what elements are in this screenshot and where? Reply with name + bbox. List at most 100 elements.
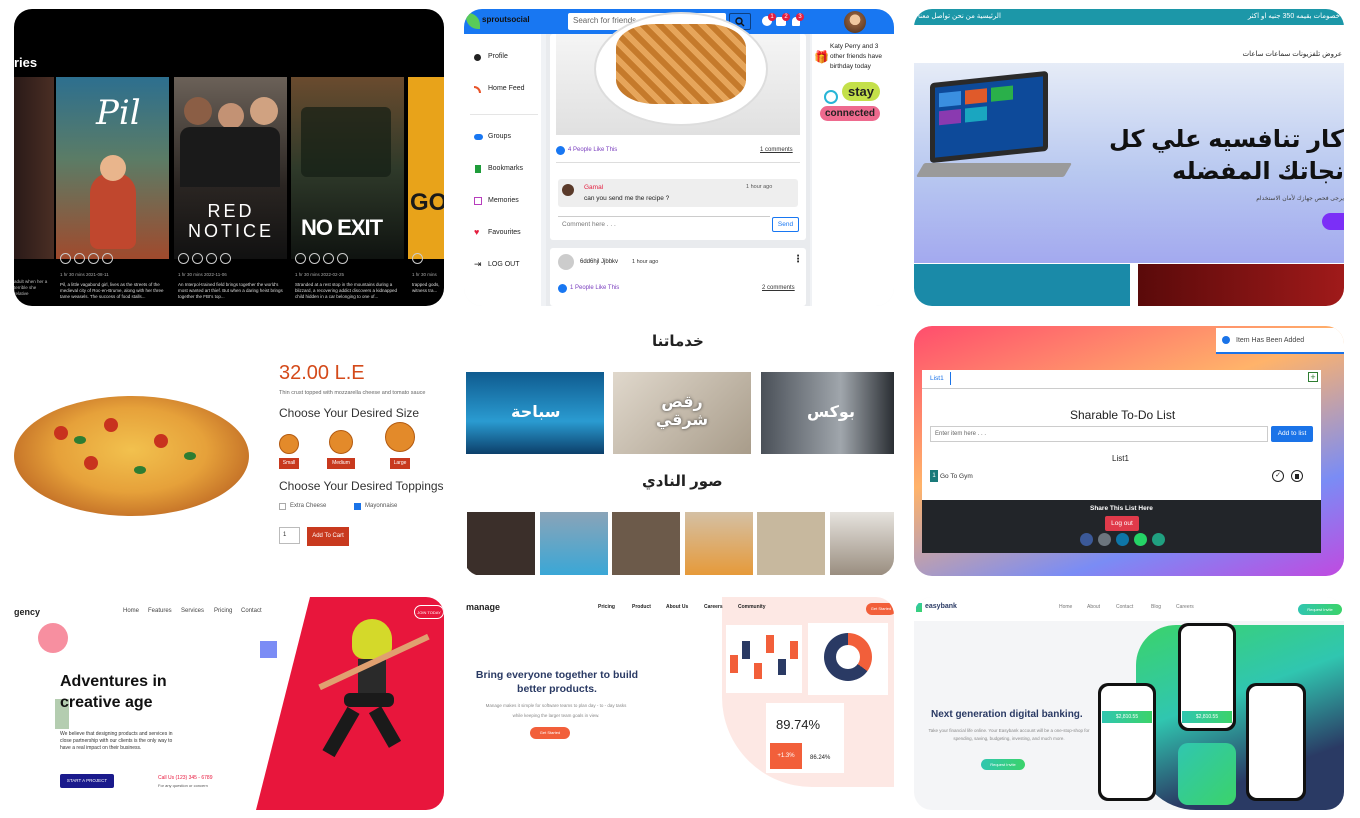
top-links[interactable]: الرئيسية من نحن تواصل معنا [918,12,1001,20]
nav-product[interactable]: Product [632,604,651,610]
gallery-photo[interactable] [540,512,608,575]
top-offer: خصومات بقيمه 350 جنيه او اكثر [1247,13,1340,20]
category-nav[interactable]: عروض تلفزيونات سماعات ساعات [1243,50,1342,58]
poster-red-notice[interactable]: RED NOTICE [174,77,287,259]
nav-get-started-button[interactable]: Get Started [866,603,894,615]
sidebar-item-memories[interactable]: Memories [474,196,538,208]
social-card[interactable]: sproutsocial Search for friends ... 1 2 … [464,9,894,306]
todo-card[interactable]: Item Has Been Added List1 + Sharable To-… [914,326,1344,576]
sidebar-item-groups[interactable]: Groups [474,132,538,144]
post-comments-count[interactable]: 1 comments [760,147,793,153]
gallery-photo[interactable] [685,512,753,575]
nav-request-invite-button[interactable]: Request Invite [1298,604,1342,615]
commenter-name[interactable]: Gamal [584,184,603,191]
hero-cta-button[interactable]: Get Started [530,727,570,739]
product-tile[interactable] [1138,264,1344,306]
send-button[interactable]: Send [772,217,799,232]
nav-contact[interactable]: Contact [241,608,262,614]
call-us-link[interactable]: Call Us (123) 345 - 6789 [158,775,212,781]
service-belly-dance[interactable]: رقص شرقي [613,372,751,454]
post-likes[interactable]: 1 People Like This [570,285,619,291]
more-options-icon[interactable]: ⋮ [793,254,803,265]
post-time: 1 hour ago [632,259,659,265]
logout-button[interactable]: Log out [1105,516,1139,531]
add-to-list-button[interactable]: Add to list [1271,426,1313,442]
facebook-icon[interactable] [1080,533,1093,546]
comment-input[interactable]: Comment here . . . [558,216,770,233]
add-list-button[interactable]: + [1308,372,1318,382]
size-small-option[interactable]: Small [279,434,299,470]
nav-pricing[interactable]: Pricing [214,608,232,614]
tab-list1[interactable]: List1 [924,372,951,385]
poster-pil[interactable]: Pil [56,77,169,259]
poster-partial-left[interactable] [14,77,54,259]
sidebar-item-home-feed[interactable]: Home Feed [474,84,538,96]
item-input[interactable]: Enter item here . . . [930,426,1268,442]
sidebar-item-profile[interactable]: Profile [474,52,538,64]
sidebar-item-favourites[interactable]: ♥ Favourites [474,227,538,240]
nav-home[interactable]: Home [1059,604,1072,610]
gallery-photo[interactable] [612,512,680,575]
agency-logo[interactable]: gency [14,607,40,617]
manage-logo[interactable]: manage [466,602,500,612]
nav-blog[interactable]: Blog [1151,604,1161,610]
topping-mayonnaise-checkbox[interactable] [354,503,361,510]
hero-cta-button[interactable] [1322,213,1344,230]
nav-home[interactable]: Home [123,608,139,614]
add-to-cart-button[interactable]: Add To Cart [307,527,349,546]
easybank-card[interactable]: easybank Home About Contact Blog Careers… [914,597,1344,810]
gallery-photo[interactable] [830,512,894,575]
size-medium-option[interactable]: Medium [327,430,355,470]
delete-item-button[interactable] [1291,470,1303,482]
nav-community[interactable]: Community [738,604,766,610]
hero-request-invite-button[interactable]: Request Invite [981,759,1025,770]
nav-pricing[interactable]: Pricing [598,604,615,610]
nav-contact[interactable]: Contact [1116,604,1133,610]
like-icon[interactable] [558,284,567,293]
nav-features[interactable]: Features [148,608,172,614]
quantity-input[interactable]: 1 [279,527,300,544]
linkedin-icon[interactable] [1116,533,1129,546]
post-comments-count[interactable]: 2 comments [762,285,795,291]
product-tile[interactable] [914,264,1130,306]
size-large-option[interactable]: Large [385,422,415,470]
poster-title: NO EXIT [301,215,383,240]
join-button[interactable]: JOIN TODAY [414,605,444,619]
sidebar-item-logout[interactable]: ⇥ LOG OUT [474,259,538,272]
poster-controls-pil[interactable] [60,253,120,265]
gallery-photo[interactable] [467,512,535,575]
gallery-photo[interactable] [757,512,825,575]
sidebar-item-bookmarks[interactable]: Bookmarks [474,164,538,176]
easybank-logo[interactable]: easybank [925,603,957,610]
post-likes[interactable]: 4 People Like This [568,147,617,153]
poster-partial-right[interactable]: GOL [408,77,444,259]
club-card[interactable]: خدماتنا سباحة رقص شرقي بوكس صور النادي [464,326,894,576]
poster-no-exit[interactable]: NO EXIT [291,77,404,259]
arabic-shop-card[interactable]: الرئيسية من نحن تواصل معنا خصومات بقيمه … [914,9,1344,306]
whatsapp-icon[interactable] [1134,533,1147,546]
post-image-waffles[interactable] [556,14,800,135]
poster-controls-red-notice[interactable] [178,253,238,265]
hero-banner[interactable]: كار تنافسيه علي كل نجاتك المفضله يرجى فح… [914,63,1344,263]
movies-card[interactable]: ries adult when her a terrible she relat… [14,9,444,306]
copy-link-icon[interactable] [1152,533,1165,546]
email-icon[interactable] [1098,533,1111,546]
pizza-card[interactable]: 32.00 L.E Thin crust topped with mozzare… [14,326,444,576]
avatar[interactable] [844,11,866,33]
topping-extra-cheese-checkbox[interactable] [279,503,286,510]
poster-controls-no-exit[interactable] [295,253,355,265]
manage-card[interactable]: manage Pricing Product About Us Careers … [464,597,894,810]
start-project-button[interactable]: START A PROJECT [60,774,114,788]
nav-careers[interactable]: Careers [704,604,723,610]
nav-services[interactable]: Services [181,608,204,614]
agency-card[interactable]: gency Home Features Services Pricing Con… [14,597,444,810]
logo-text[interactable]: sproutsocial [482,15,530,24]
nav-about[interactable]: About Us [666,604,688,610]
nav-about[interactable]: About [1087,604,1100,610]
service-swimming[interactable]: سباحة [466,372,604,454]
like-icon[interactable] [556,146,565,155]
service-boxing[interactable]: بوكس [761,372,894,454]
complete-item-button[interactable]: ✓ [1272,470,1284,482]
poster-name[interactable]: 6dd6hjl Jjbbkv [580,259,618,265]
nav-careers[interactable]: Careers [1176,604,1194,610]
